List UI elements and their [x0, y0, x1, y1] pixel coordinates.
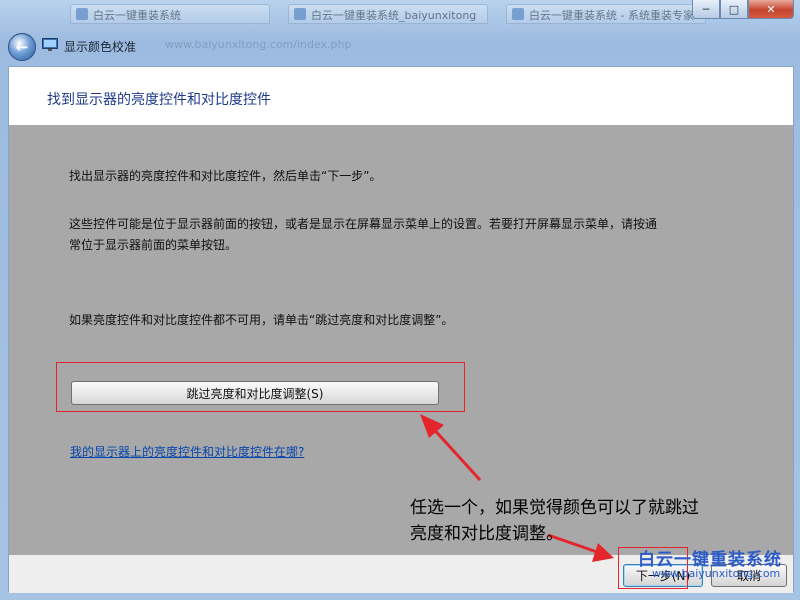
- window-frame: 白云一键重装系统 白云一键重装系统_baiyunxitong 白云一键重装系统 …: [0, 0, 800, 600]
- annotation-arrow-line: [428, 423, 482, 482]
- annotation-line1: 任选一个，如果觉得颜色可以了就跳过: [410, 498, 699, 518]
- watermark-url: www.baiyunxitong.com: [652, 567, 781, 580]
- annotation-text: 任选一个，如果觉得颜色可以了就跳过 亮度和对比度调整。: [410, 495, 699, 547]
- annotation-line2: 亮度和对比度调整。: [410, 524, 563, 544]
